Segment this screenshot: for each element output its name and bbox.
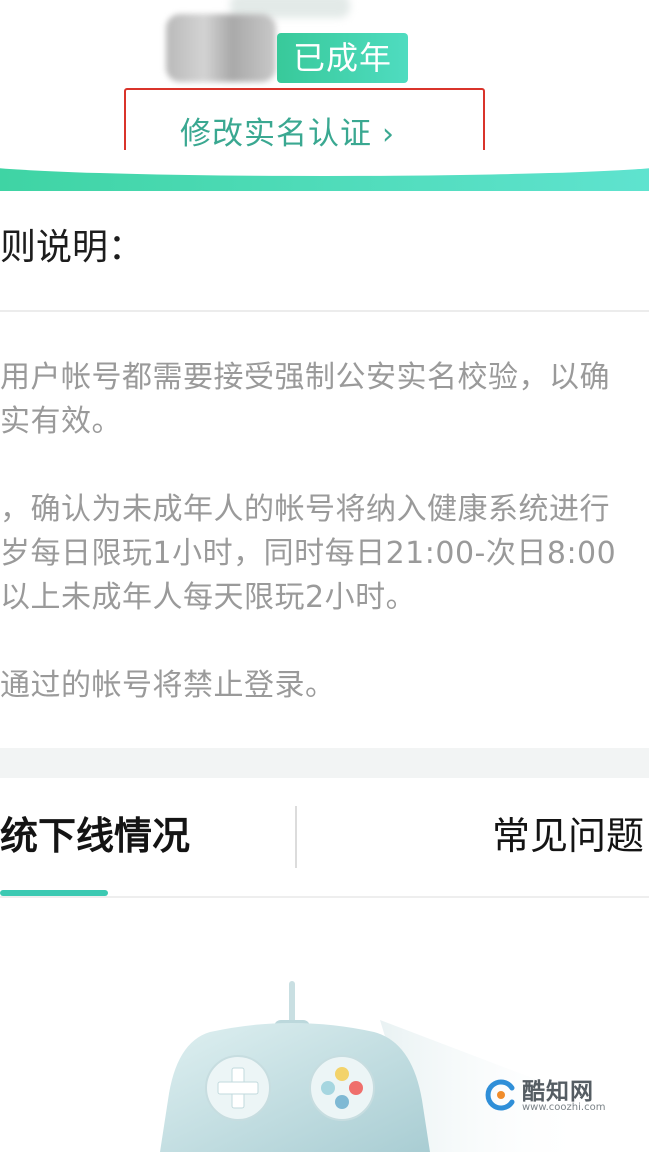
watermark-name: 酷知网 [522, 1079, 594, 1105]
rule-line: 岁每日限玩1小时，同时每日21:00-次日8:00 [0, 536, 617, 571]
rule-line: 以上未成年人每天限玩2小时。 [0, 580, 417, 615]
coozhi-logo-icon [485, 1079, 515, 1111]
rule-line: 用户帐号都需要接受强制公安实名校验，以确 [0, 360, 610, 395]
rules-heading: 则说明： [0, 227, 145, 268]
rule-line: ，确认为未成年人的帐号将纳入健康系统进行 [0, 492, 610, 527]
rule-line: 实有效。 [0, 404, 122, 439]
rule-line: 通过的帐号将禁止登录。 [0, 668, 336, 703]
game-controller-icon [160, 981, 590, 1152]
watermark-url: www.coozhi.com [522, 1102, 606, 1113]
header-curve [0, 150, 649, 176]
tab-faq[interactable]: 常见问题 [492, 808, 644, 864]
blurred-username [166, 14, 276, 82]
status-badge: 已成年 [277, 33, 408, 83]
watermark: 酷知网 www.coozhi.com [482, 1068, 622, 1122]
divider [0, 896, 649, 898]
tab-offline-status[interactable]: 统下线情况 [0, 808, 190, 864]
tab-divider [295, 806, 297, 868]
divider [0, 310, 649, 312]
section-separator [0, 748, 649, 778]
